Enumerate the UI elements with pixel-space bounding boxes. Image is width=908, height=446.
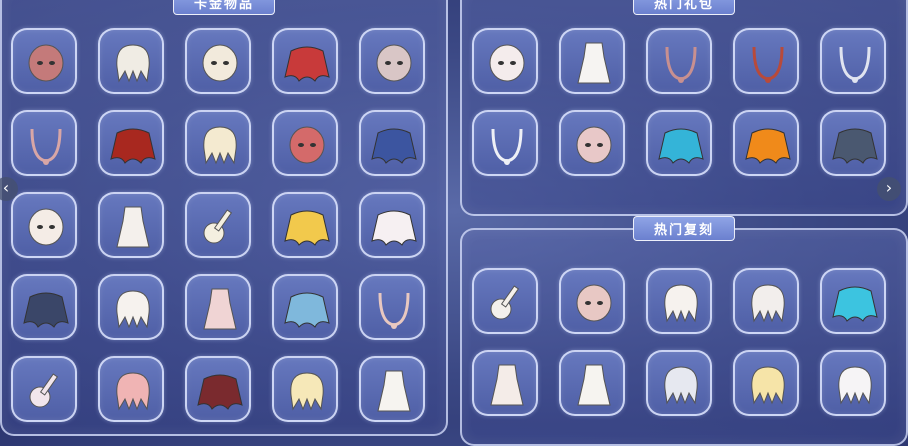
item-slot[interactable] (98, 28, 164, 94)
round-face-mask-icon (576, 284, 612, 322)
tribal-mask-icon (202, 44, 238, 82)
shell-hair-icon (116, 372, 150, 411)
hot-gift-panel: 热门礼包 (460, 0, 908, 216)
panel-title: 热门礼包 (632, 0, 736, 15)
item-slot[interactable] (185, 192, 251, 258)
item-slot[interactable] (472, 350, 538, 416)
guitar-icon (490, 285, 520, 320)
pants-icon (577, 364, 611, 406)
white-cape-icon (371, 210, 417, 246)
item-slot[interactable] (185, 274, 251, 340)
item-slot[interactable] (359, 192, 425, 258)
item-slot[interactable] (820, 110, 886, 176)
white-hat-icon (116, 206, 150, 248)
ponytail-hair-icon (751, 284, 785, 323)
item-slot[interactable] (272, 192, 338, 258)
crown-necklace-icon (491, 128, 523, 165)
item-slot[interactable] (559, 350, 625, 416)
scarf-icon (378, 292, 410, 329)
spiked-cape-icon (23, 292, 69, 328)
trumpet-icon (203, 209, 233, 244)
long-hair-icon (116, 290, 150, 329)
wavy-hair-icon (664, 366, 698, 405)
gray-cape-icon (832, 128, 878, 164)
item-slot[interactable] (559, 110, 625, 176)
item-slot[interactable] (98, 110, 164, 176)
spiky-hair-icon (290, 372, 324, 411)
round-mask-icon (28, 208, 64, 246)
item-slot[interactable] (733, 28, 799, 94)
item-slot[interactable] (359, 356, 425, 422)
fox-hair-icon (838, 366, 872, 405)
dragon-mask-icon (28, 44, 64, 82)
blue-cape-icon (371, 128, 417, 164)
cyan-cape-icon (658, 128, 704, 164)
item-slot[interactable] (272, 28, 338, 94)
left-item-panel: 卡金物品 (0, 0, 448, 436)
pendant-necklace-icon (30, 128, 62, 165)
item-slot[interactable] (11, 274, 77, 340)
item-slot[interactable] (733, 110, 799, 176)
item-slot[interactable] (272, 356, 338, 422)
bunny-mask-icon (576, 126, 612, 164)
item-slot[interactable] (820, 350, 886, 416)
cyan-ornament-icon (832, 286, 878, 322)
item-slot[interactable] (733, 350, 799, 416)
item-slot[interactable] (820, 268, 886, 334)
item-slot[interactable] (98, 274, 164, 340)
bob-hair-icon (664, 284, 698, 323)
item-slot[interactable] (185, 28, 251, 94)
item-slot[interactable] (820, 28, 886, 94)
hot-rerun-panel: 热门复刻 (460, 216, 908, 446)
mouse-hat-icon (489, 44, 525, 82)
item-slot[interactable] (733, 268, 799, 334)
item-slot[interactable] (11, 28, 77, 94)
item-slot[interactable] (185, 110, 251, 176)
outfit-icon (490, 364, 524, 406)
ornament-icon (29, 373, 59, 408)
item-slot[interactable] (472, 110, 538, 176)
red-cape-icon (110, 128, 156, 164)
cat-ear-hair-icon (203, 126, 237, 165)
robe-outfit-icon (377, 370, 411, 412)
item-slot[interactable] (98, 356, 164, 422)
horned-hair-icon (116, 44, 150, 83)
item-slot[interactable] (359, 110, 425, 176)
panel-title: 热门复刻 (632, 216, 736, 241)
item-slot[interactable] (11, 192, 77, 258)
item-slot[interactable] (646, 110, 712, 176)
item-slot[interactable] (646, 268, 712, 334)
blonde-hair-icon (751, 366, 785, 405)
item-slot[interactable] (185, 356, 251, 422)
light-blue-cape-icon (284, 292, 330, 328)
item-slot[interactable] (359, 274, 425, 340)
item-slot[interactable] (646, 350, 712, 416)
item-slot[interactable] (646, 28, 712, 94)
item-slot[interactable] (559, 268, 625, 334)
item-slot[interactable] (359, 28, 425, 94)
demon-mask-icon (289, 126, 325, 164)
yellow-cape-icon (284, 210, 330, 246)
penguin-hat-icon (376, 44, 412, 82)
orange-cape-icon (745, 128, 791, 164)
item-slot[interactable] (11, 110, 77, 176)
panel-title: 卡金物品 (172, 0, 276, 15)
item-slot[interactable] (272, 274, 338, 340)
item-slot[interactable] (11, 356, 77, 422)
item-slot[interactable] (272, 110, 338, 176)
antler-accessory-icon (752, 46, 784, 83)
necklace-icon (665, 46, 697, 83)
item-slot[interactable] (472, 28, 538, 94)
item-slot[interactable] (559, 28, 625, 94)
dress-icon (203, 288, 237, 330)
chain-necklace-icon (839, 46, 871, 83)
white-top-icon (577, 42, 611, 84)
maroon-cape-icon (197, 374, 243, 410)
next-page-arrow[interactable]: › (877, 177, 901, 201)
item-slot[interactable] (472, 268, 538, 334)
red-wings-cape-icon (284, 46, 330, 82)
item-slot[interactable] (98, 192, 164, 258)
